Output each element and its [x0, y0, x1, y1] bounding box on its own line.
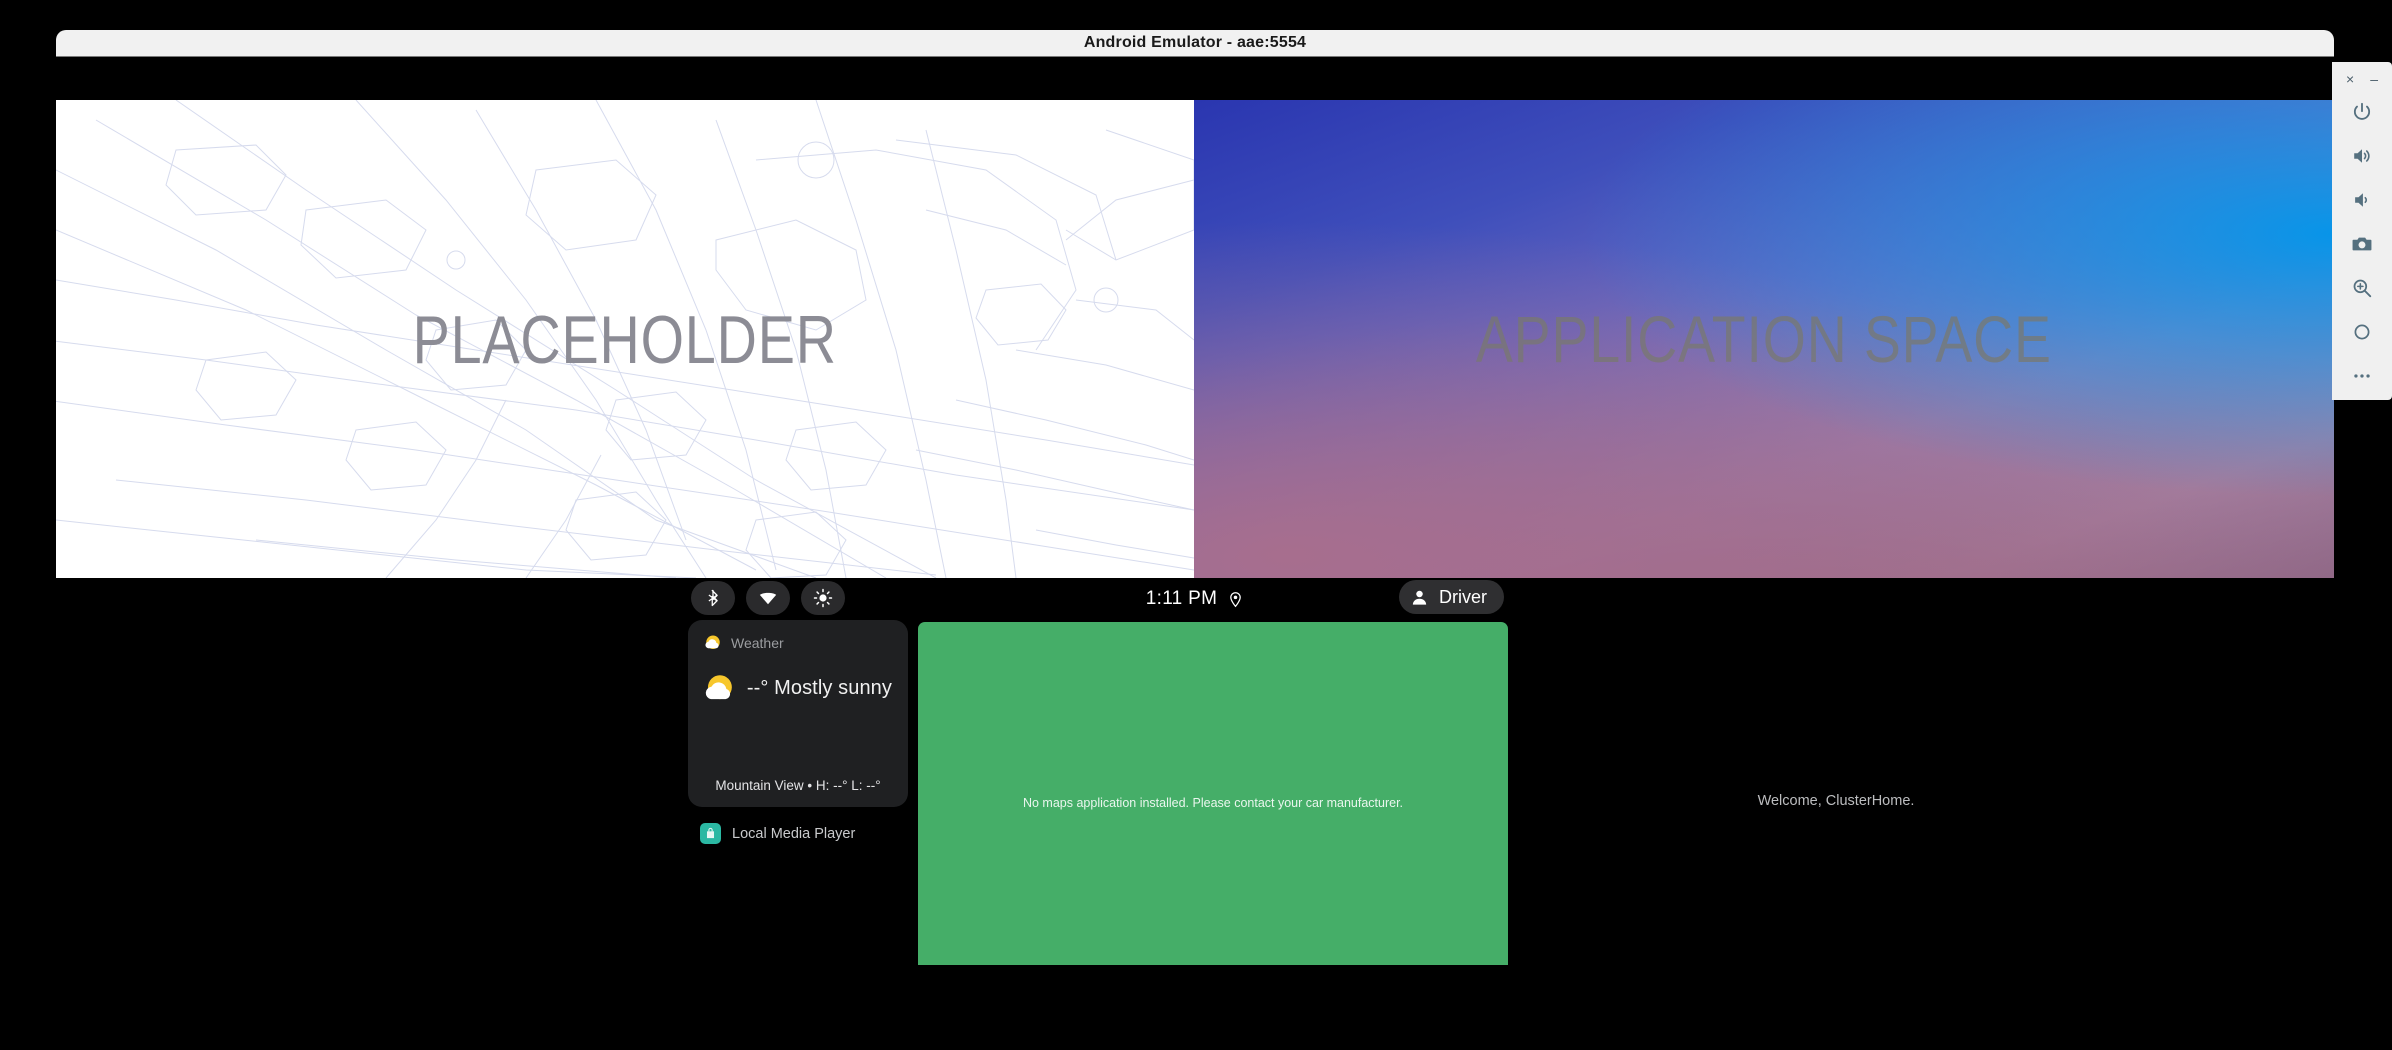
window-title-bar[interactable]: Android Emulator - aae:5554	[56, 30, 2334, 57]
clock-area: 1:11 PM	[56, 578, 2334, 620]
emulator-more-button[interactable]	[2340, 354, 2384, 398]
weather-card[interactable]: Weather --° Mostly sunny Mountain View •…	[688, 620, 908, 807]
application-space-label: APPLICATION SPACE	[1475, 302, 2053, 376]
emulator-screenshot-button[interactable]	[2340, 222, 2384, 266]
emulator-zoom-button[interactable]	[2340, 266, 2384, 310]
user-profile-chip[interactable]: Driver	[1399, 580, 1504, 614]
emulator-rotate-button[interactable]	[2340, 310, 2384, 354]
navigation-icons-group	[56, 965, 2334, 975]
media-bag-glyph-icon	[706, 827, 715, 839]
weather-card-title: Weather	[731, 635, 784, 651]
emulator-volume-down-button[interactable]	[2340, 178, 2384, 222]
partly-sunny-icon	[705, 635, 720, 649]
weather-card-header: Weather	[704, 634, 892, 652]
location-pin-icon	[1230, 591, 1242, 607]
minimize-icon[interactable]: –	[2370, 72, 2378, 86]
partly-sunny-large-icon	[705, 675, 732, 700]
cluster-welcome-label: Welcome, ClusterHome.	[1757, 793, 1915, 809]
dual-display-area: PLACEHOLDER APPLICATION SPACE	[56, 100, 2334, 578]
application-space-panel[interactable]: APPLICATION SPACE	[1194, 100, 2334, 578]
emulator-volume-up-button[interactable]	[2340, 134, 2384, 178]
weather-main-row: --° Mostly sunny	[704, 670, 892, 707]
volume-down-icon	[2355, 193, 2368, 207]
weather-condition-label: --° Mostly sunny	[746, 677, 892, 699]
bottom-nav-bar: 61°	[56, 965, 2334, 975]
placeholder-label: PLACEHOLDER	[412, 302, 838, 378]
user-profile-label: Driver	[1439, 586, 1487, 607]
map-placeholder-panel[interactable]: PLACEHOLDER	[56, 100, 1194, 578]
cards-column: Weather --° Mostly sunny Mountain View •…	[688, 620, 908, 844]
local-media-player-item[interactable]: Local Media Player	[688, 823, 908, 844]
local-media-player-icon	[700, 823, 721, 844]
emulator-power-button[interactable]	[2340, 90, 2384, 134]
person-icon	[1412, 590, 1427, 605]
device-screen: PLACEHOLDER APPLICATION SPACE 1:11 PM Dr…	[56, 60, 2334, 975]
home-content-area: Weather --° Mostly sunny Mountain View •…	[56, 620, 2334, 975]
window-title: Android Emulator - aae:5554	[1083, 34, 1307, 51]
local-media-player-label: Local Media Player	[732, 825, 856, 842]
maps-unavailable-message: No maps application installed. Please co…	[1022, 796, 1404, 810]
power-icon	[2353, 102, 2371, 120]
camera-screenshot-icon	[2352, 237, 2372, 251]
weather-location-hilo: Mountain View • H: --° L: --°	[715, 778, 881, 793]
zoom-icon	[2353, 279, 2372, 298]
maps-panel[interactable]: No maps application installed. Please co…	[918, 622, 1508, 975]
toolbar-window-controls: × –	[2332, 68, 2392, 90]
clock-label: 1:11 PM	[1145, 588, 1218, 609]
emulator-window: Android Emulator - aae:5554 PLACEHOLDER …	[56, 30, 2334, 975]
rotate-circle-icon	[2354, 324, 2370, 340]
volume-up-icon	[2354, 149, 2370, 163]
close-icon[interactable]: ×	[2346, 72, 2354, 86]
status-bar: 1:11 PM Driver	[56, 578, 2334, 620]
more-icon	[2354, 374, 2370, 378]
cluster-welcome-area: Welcome, ClusterHome.	[1456, 620, 2216, 975]
emulator-toolbar: × –	[2332, 62, 2392, 400]
